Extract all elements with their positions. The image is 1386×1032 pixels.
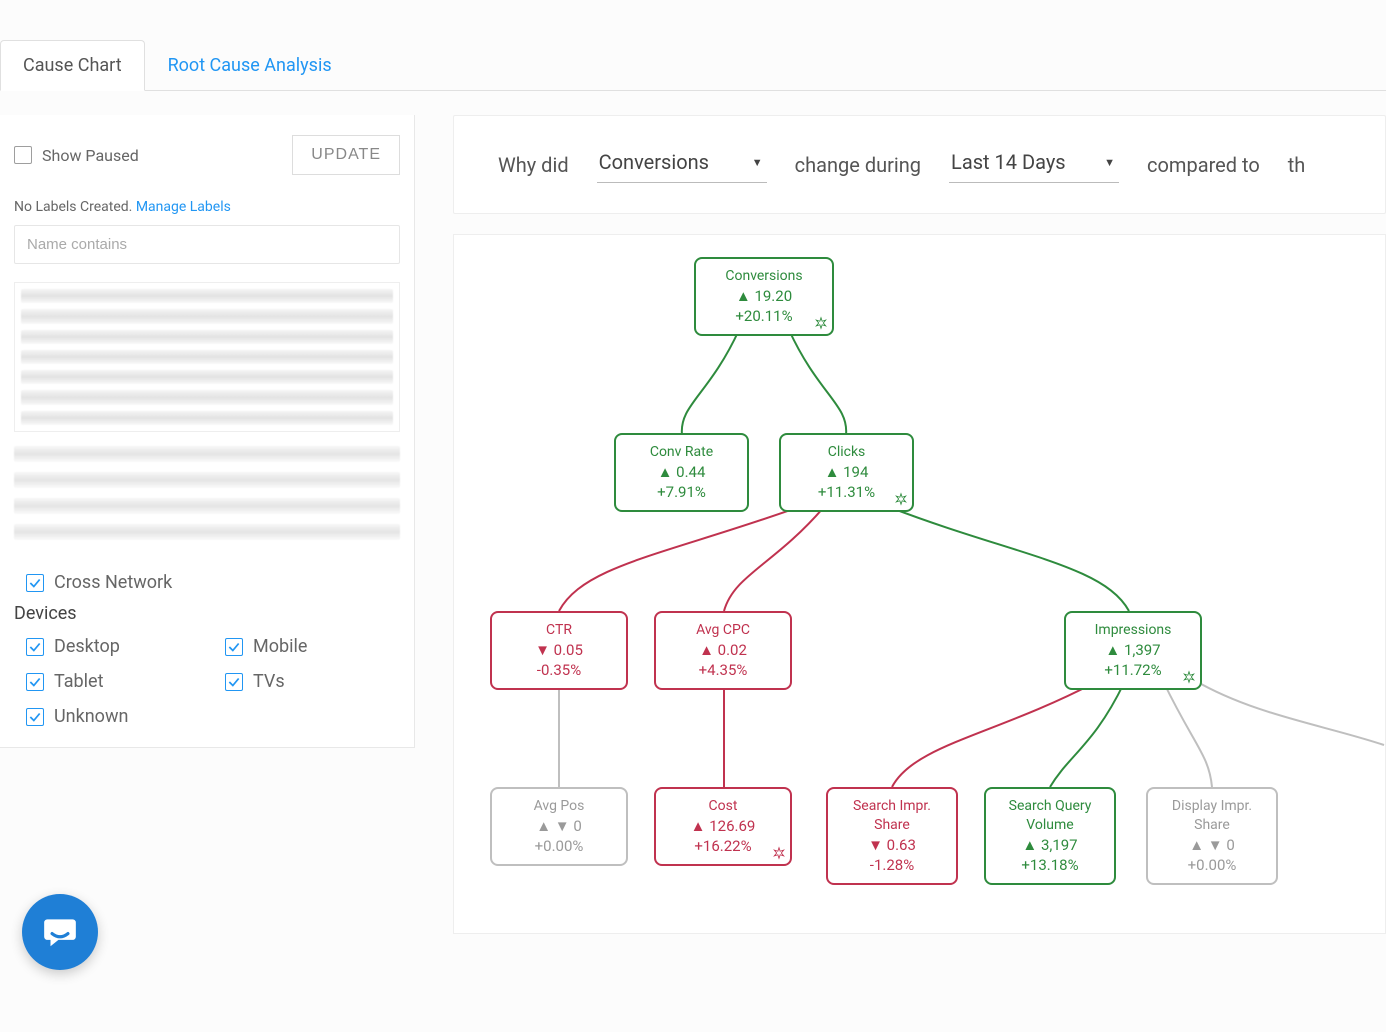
node-title: Conversions: [702, 267, 826, 286]
chevron-down-icon: ▼: [752, 156, 763, 169]
node-pct: +0.00%: [498, 836, 620, 856]
chat-launcher-button[interactable]: [22, 894, 98, 970]
checkbox-icon: [225, 638, 243, 656]
device-tablet-label: Tablet: [54, 671, 103, 692]
node-value: ▼ 0.63: [834, 835, 950, 855]
device-mobile-checkbox[interactable]: Mobile: [213, 636, 400, 657]
node-value: ▲ ▼ 0: [498, 816, 620, 836]
node-title: Conv Rate: [622, 443, 741, 462]
show-paused-checkbox[interactable]: Show Paused: [14, 146, 139, 165]
node-pct: +4.35%: [662, 660, 784, 680]
query-why-did: Why did: [498, 153, 569, 177]
cross-network-checkbox[interactable]: Cross Network: [14, 572, 400, 593]
sidebar: Show Paused UPDATE No Labels Created. Ma…: [0, 115, 415, 748]
node-title: Display Impr. Share: [1154, 797, 1270, 835]
metric-select[interactable]: Conversions ▼: [597, 146, 767, 183]
query-trailing: th: [1288, 153, 1306, 177]
chat-icon: [41, 913, 79, 951]
node-title: CTR: [498, 621, 620, 640]
checkbox-icon: [26, 638, 44, 656]
chevron-down-icon: ▼: [1104, 156, 1115, 169]
redacted-list-1: [14, 282, 400, 432]
node-value: ▲ 19.20: [702, 286, 826, 306]
checkbox-icon: [26, 673, 44, 691]
node-value: ▲ 0.44: [622, 462, 741, 482]
node-pct: +0.00%: [1154, 855, 1270, 875]
node-title: Cost: [662, 797, 784, 816]
node-ctr[interactable]: CTR ▼ 0.05 -0.35%: [490, 611, 628, 690]
period-select-value: Last 14 Days: [951, 150, 1066, 174]
expand-icon[interactable]: [894, 492, 908, 506]
node-title: Impressions: [1072, 621, 1194, 640]
node-value: ▲ ▼ 0: [1154, 835, 1270, 855]
checkbox-icon: [14, 146, 32, 164]
node-pct: +13.18%: [992, 855, 1108, 875]
expand-icon[interactable]: [814, 316, 828, 330]
devices-group: Desktop Mobile Tablet TVs Unknown: [14, 636, 400, 727]
expand-icon[interactable]: [1182, 670, 1196, 684]
node-pct: +7.91%: [622, 482, 741, 502]
period-select[interactable]: Last 14 Days ▼: [949, 146, 1119, 183]
expand-icon[interactable]: [772, 846, 786, 860]
device-tvs-label: TVs: [253, 671, 285, 692]
node-pct: -1.28%: [834, 855, 950, 875]
labels-status: No Labels Created. Manage Labels: [14, 199, 400, 215]
query-change-during: change during: [795, 153, 921, 177]
device-tablet-checkbox[interactable]: Tablet: [14, 671, 201, 692]
node-avg-pos[interactable]: Avg Pos ▲ ▼ 0 +0.00%: [490, 787, 628, 866]
device-unknown-label: Unknown: [54, 706, 128, 727]
name-contains-input[interactable]: [14, 225, 400, 264]
device-desktop-label: Desktop: [54, 636, 120, 657]
node-title: Clicks: [787, 443, 906, 462]
show-paused-label: Show Paused: [42, 146, 139, 165]
node-impressions[interactable]: Impressions ▲ 1,397 +11.72%: [1064, 611, 1202, 690]
node-conversions[interactable]: Conversions ▲ 19.20 +20.11%: [694, 257, 834, 336]
device-mobile-label: Mobile: [253, 636, 307, 657]
node-avg-cpc[interactable]: Avg CPC ▲ 0.02 +4.35%: [654, 611, 792, 690]
devices-heading: Devices: [14, 603, 400, 624]
node-value: ▲ 0.02: [662, 640, 784, 660]
node-pct: +20.11%: [702, 306, 826, 326]
node-value: ▲ 3,197: [992, 835, 1108, 855]
device-unknown-checkbox[interactable]: Unknown: [14, 706, 201, 727]
node-pct: -0.35%: [498, 660, 620, 680]
cause-tree-canvas[interactable]: Conversions ▲ 19.20 +20.11% Conv Rate ▲ …: [453, 234, 1386, 934]
no-labels-text: No Labels Created.: [14, 199, 136, 215]
checkbox-icon: [26, 574, 44, 592]
query-compared-to: compared to: [1147, 153, 1260, 177]
node-cost[interactable]: Cost ▲ 126.69 +16.22%: [654, 787, 792, 866]
manage-labels-link[interactable]: Manage Labels: [136, 199, 231, 215]
metric-select-value: Conversions: [599, 150, 709, 174]
node-value: ▲ 194: [787, 462, 906, 482]
node-display-impr-share[interactable]: Display Impr. Share ▲ ▼ 0 +0.00%: [1146, 787, 1278, 885]
node-search-impr-share[interactable]: Search Impr. Share ▼ 0.63 -1.28%: [826, 787, 958, 885]
tabs: Cause Chart Root Cause Analysis: [0, 40, 1386, 91]
node-clicks[interactable]: Clicks ▲ 194 +11.31%: [779, 433, 914, 512]
cross-network-label: Cross Network: [54, 572, 172, 593]
node-conv-rate[interactable]: Conv Rate ▲ 0.44 +7.91%: [614, 433, 749, 512]
node-pct: +11.72%: [1072, 660, 1194, 680]
update-button[interactable]: UPDATE: [292, 135, 400, 175]
node-value: ▼ 0.05: [498, 640, 620, 660]
node-search-query-volume[interactable]: Search Query Volume ▲ 3,197 +13.18%: [984, 787, 1116, 885]
tab-root-cause-analysis[interactable]: Root Cause Analysis: [145, 40, 355, 90]
device-tvs-checkbox[interactable]: TVs: [213, 671, 400, 692]
query-bar: Why did Conversions ▼ change during Last…: [453, 115, 1386, 214]
checkbox-icon: [225, 673, 243, 691]
tab-cause-chart[interactable]: Cause Chart: [0, 40, 145, 91]
node-title: Avg CPC: [662, 621, 784, 640]
device-desktop-checkbox[interactable]: Desktop: [14, 636, 201, 657]
checkbox-icon: [26, 708, 44, 726]
node-pct: +11.31%: [787, 482, 906, 502]
node-title: Search Impr. Share: [834, 797, 950, 835]
node-value: ▲ 1,397: [1072, 640, 1194, 660]
node-title: Search Query Volume: [992, 797, 1108, 835]
node-value: ▲ 126.69: [662, 816, 784, 836]
redacted-list-2: [14, 446, 400, 566]
node-pct: +16.22%: [662, 836, 784, 856]
node-title: Avg Pos: [498, 797, 620, 816]
